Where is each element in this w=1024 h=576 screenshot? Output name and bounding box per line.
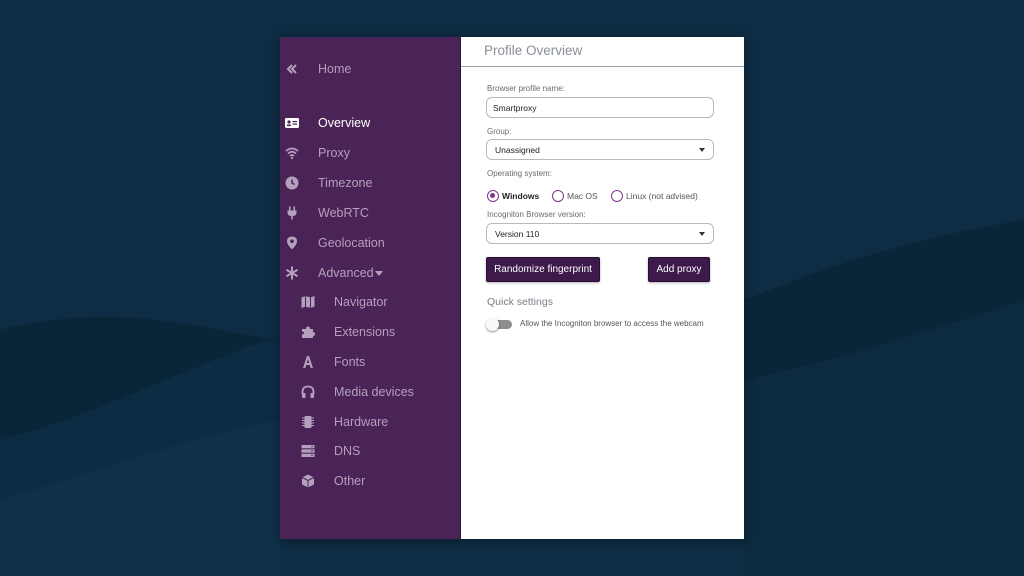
- sidebar-item-label: Fonts: [334, 355, 366, 369]
- add-proxy-button[interactable]: Add proxy: [648, 257, 710, 282]
- sidebar-item-geolocation[interactable]: Geolocation: [280, 231, 461, 255]
- profile-name-value: Smartproxy: [493, 102, 537, 113]
- radio-circle[interactable]: [611, 190, 623, 202]
- sidebar-subitem-media-devices[interactable]: Media devices: [280, 380, 461, 404]
- randomize-fingerprint-button[interactable]: Randomize fingerprint: [486, 257, 600, 282]
- sidebar-item-label: Extensions: [334, 325, 396, 339]
- id-card-icon: [285, 116, 299, 130]
- group-select[interactable]: Unassigned: [486, 139, 714, 160]
- puzzle-icon: [301, 325, 315, 339]
- sidebar: Home Overview Proxy Timezone WebRTC Geol…: [280, 37, 461, 539]
- profile-name-input[interactable]: Smartproxy: [486, 97, 714, 118]
- os-option-label: Mac OS: [567, 191, 598, 201]
- webcam-toggle[interactable]: [486, 318, 514, 331]
- sidebar-item-home[interactable]: Home: [280, 57, 461, 81]
- caret-down-icon: [375, 271, 383, 276]
- main-panel: Profile Overview Browser profile name: S…: [461, 37, 744, 539]
- sidebar-item-label: Proxy: [318, 146, 350, 160]
- sidebar-subitem-fonts[interactable]: Fonts: [280, 350, 461, 374]
- version-select[interactable]: Version 110: [486, 223, 714, 244]
- toggle-knob[interactable]: [486, 318, 499, 331]
- sidebar-item-label: Home: [318, 62, 352, 76]
- sidebar-item-webrtc[interactable]: WebRTC: [280, 201, 461, 225]
- radio-circle[interactable]: [487, 190, 499, 202]
- sidebar-subitem-hardware[interactable]: Hardware: [280, 410, 461, 434]
- radio-circle[interactable]: [552, 190, 564, 202]
- clock-icon: [285, 176, 299, 190]
- group-selected-value: Unassigned: [495, 144, 540, 155]
- main-header: Profile Overview: [461, 37, 744, 67]
- server-icon: [301, 444, 315, 458]
- sidebar-item-label: DNS: [334, 444, 361, 458]
- sidebar-subitem-extensions[interactable]: Extensions: [280, 320, 461, 344]
- profile-name-label: Browser profile name:: [487, 84, 565, 93]
- sidebar-item-timezone[interactable]: Timezone: [280, 171, 461, 195]
- dropdown-caret-icon: [699, 148, 705, 152]
- sidebar-item-label: Media devices: [334, 385, 414, 399]
- chip-icon: [301, 415, 315, 429]
- app-window: Home Overview Proxy Timezone WebRTC Geol…: [280, 37, 744, 539]
- version-selected-value: Version 110: [495, 228, 540, 239]
- sidebar-item-label: WebRTC: [318, 206, 369, 220]
- double-chevron-left-icon[interactable]: [285, 62, 299, 76]
- headphones-icon: [301, 385, 315, 399]
- plug-icon: [285, 206, 299, 220]
- sidebar-item-label: Timezone: [318, 176, 373, 190]
- sidebar-item-label: Geolocation: [318, 236, 385, 250]
- sidebar-item-label: Hardware: [334, 415, 389, 429]
- os-option-label: Linux (not advised): [626, 191, 698, 201]
- webcam-toggle-label: Allow the Incogniton browser to access t…: [520, 319, 704, 328]
- sidebar-item-overview[interactable]: Overview: [280, 111, 461, 135]
- sidebar-item-label: Overview: [318, 116, 371, 130]
- sidebar-item-label: Advanced: [318, 266, 374, 280]
- os-label: Operating system:: [487, 169, 552, 178]
- sidebar-item-label: Other: [334, 474, 366, 488]
- asterisk-icon: [285, 266, 299, 280]
- map-pin-icon: [285, 236, 299, 250]
- wifi-icon: [285, 146, 299, 160]
- map-icon: [301, 295, 315, 309]
- sidebar-subitem-dns[interactable]: DNS: [280, 439, 461, 463]
- os-option-label: Windows: [502, 191, 540, 201]
- page-title: Profile Overview: [484, 43, 583, 58]
- sidebar-item-proxy[interactable]: Proxy: [280, 141, 461, 165]
- os-radio-windows[interactable]: Windows: [487, 190, 539, 202]
- quick-settings-title: Quick settings: [487, 296, 553, 308]
- font-icon: [301, 355, 315, 369]
- os-radio-macos[interactable]: Mac OS: [552, 190, 598, 202]
- cube-icon: [301, 474, 315, 488]
- group-label: Group:: [487, 127, 512, 136]
- dropdown-caret-icon: [699, 232, 705, 236]
- sidebar-item-advanced[interactable]: Advanced: [280, 261, 461, 285]
- version-label: Incogniton Browser version:: [487, 210, 586, 219]
- sidebar-subitem-other[interactable]: Other: [280, 469, 461, 493]
- sidebar-subitem-navigator[interactable]: Navigator: [280, 290, 461, 314]
- os-radio-linux[interactable]: Linux (not advised): [611, 190, 698, 202]
- sidebar-item-label: Navigator: [334, 295, 388, 309]
